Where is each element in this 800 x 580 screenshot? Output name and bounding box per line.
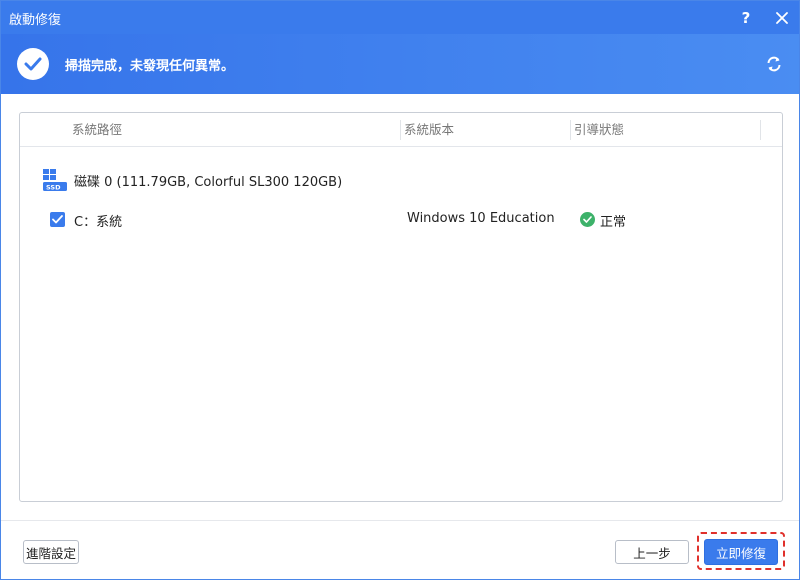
- checkmark-icon: [17, 48, 49, 80]
- title-bar: 啟動修復 ?: [1, 1, 799, 34]
- table-header: 系統路徑 系統版本 引導狀態: [20, 113, 782, 147]
- volume-checkbox[interactable]: [50, 212, 65, 227]
- disk-label: 磁碟 0 (111.79GB, Colorful SL300 120GB): [74, 175, 343, 190]
- boot-repair-window: 啟動修復 ? 掃描完成，未發現任何異常。 系統路徑 系統版本 引導狀態 SSD …: [0, 0, 800, 580]
- scan-result-message: 掃描完成，未發現任何異常。: [65, 59, 235, 74]
- column-divider: [400, 120, 401, 140]
- advanced-settings-button[interactable]: 進階設定: [23, 540, 79, 564]
- column-divider: [570, 120, 571, 140]
- ssd-icon: SSD: [43, 169, 67, 192]
- disk-row: SSD 磁碟 0 (111.79GB, Colorful SL300 120GB…: [42, 166, 742, 194]
- close-button[interactable]: [769, 5, 795, 31]
- footer-divider: [1, 520, 799, 521]
- column-header-system-path: 系統路徑: [72, 122, 123, 137]
- close-icon: [776, 12, 788, 24]
- boot-status-text: 正常: [600, 215, 627, 230]
- scan-result-banner: 掃描完成，未發現任何異常。: [1, 34, 799, 94]
- previous-step-button[interactable]: 上一步: [615, 540, 689, 564]
- refresh-button[interactable]: [763, 53, 785, 75]
- volume-version: Windows 10 Education: [407, 211, 555, 226]
- repair-now-button[interactable]: 立即修復: [704, 539, 778, 565]
- help-button[interactable]: ?: [733, 5, 759, 31]
- column-divider: [760, 120, 761, 140]
- column-header-boot-status: 引導狀態: [574, 122, 625, 137]
- system-list-panel: 系統路徑 系統版本 引導狀態 SSD 磁碟 0 (111.79GB, Color…: [19, 112, 783, 502]
- table-row[interactable]: C：系統 Windows 10 Education 正常: [20, 207, 782, 233]
- window-title: 啟動修復: [9, 13, 62, 28]
- checkmark-icon: [52, 215, 63, 224]
- check-circle-icon: [580, 212, 595, 227]
- column-header-system-version: 系統版本: [404, 122, 455, 137]
- volume-path: C：系統: [74, 215, 123, 230]
- refresh-icon: [767, 56, 781, 72]
- svg-text:SSD: SSD: [46, 184, 61, 192]
